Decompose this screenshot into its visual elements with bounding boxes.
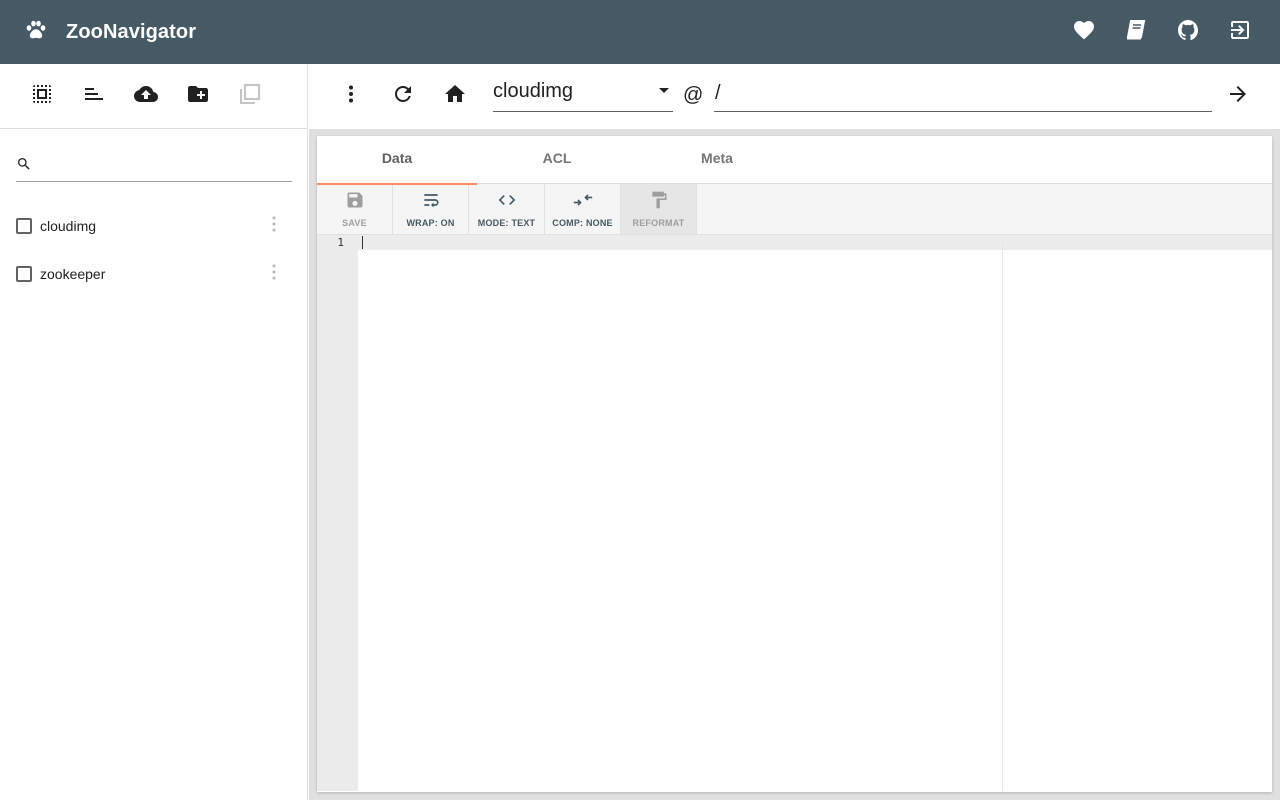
go-button[interactable]: [1218, 76, 1258, 116]
path-toolbar: cloudimg @: [309, 64, 1280, 129]
refresh-button[interactable]: [383, 76, 423, 116]
compress-icon: [572, 190, 594, 215]
node-search: [16, 152, 292, 182]
print-margin: [1002, 235, 1003, 791]
book-icon: [1124, 18, 1148, 47]
save-button[interactable]: SAVE: [317, 184, 393, 234]
more-vert-icon: [272, 215, 276, 237]
connection-select[interactable]: cloudimg: [493, 76, 673, 112]
reformat-button[interactable]: REFORMAT: [621, 184, 697, 234]
node-menu-button[interactable]: [264, 215, 284, 237]
format-paint-icon: [649, 190, 669, 215]
header-actions: [1052, 0, 1260, 64]
data-editor[interactable]: 1: [317, 235, 1272, 791]
folder-add-icon: [186, 82, 210, 111]
sidebar-toolbar: [0, 64, 307, 129]
tree-item-zookeeper: zookeeper: [0, 250, 308, 298]
connection-value: cloudimg: [493, 80, 574, 102]
editor-toolbar: SAVE WRAP: ON MODE: TEXT COMP: NONE REFO…: [317, 184, 1272, 235]
node-actions-button[interactable]: [331, 76, 371, 116]
github-button[interactable]: [1168, 12, 1208, 52]
select-all-icon: [30, 82, 54, 111]
active-line-highlight: [358, 235, 1272, 250]
line-number: 1: [337, 236, 344, 249]
logout-button[interactable]: [1220, 12, 1260, 52]
node-card: Data ACL Meta SAVE WRAP: ON MODE: TEXT C…: [317, 136, 1272, 792]
text-cursor: [362, 236, 363, 249]
at-sign: @: [683, 84, 704, 106]
search-icon: [16, 156, 32, 177]
node-checkbox[interactable]: [16, 266, 32, 282]
save-icon: [345, 190, 365, 215]
search-input[interactable]: [38, 153, 292, 180]
tab-meta[interactable]: Meta: [637, 136, 797, 184]
node-menu-button[interactable]: [264, 263, 284, 285]
tab-data[interactable]: Data: [317, 136, 477, 185]
paw-icon: [24, 18, 48, 47]
tab-acl[interactable]: ACL: [477, 136, 637, 184]
home-icon: [443, 82, 467, 111]
logout-icon: [1228, 18, 1252, 47]
code-icon: [497, 190, 517, 215]
donate-button[interactable]: [1064, 12, 1104, 52]
import-button[interactable]: [124, 74, 168, 118]
wrap-button[interactable]: WRAP: ON: [393, 184, 469, 234]
compression-label: COMP: NONE: [552, 218, 613, 228]
cloud-upload-icon: [134, 82, 158, 111]
home-button[interactable]: [435, 76, 475, 116]
editor-gutter: 1: [317, 235, 358, 791]
app-header: ZooNavigator: [0, 0, 1280, 64]
node-label[interactable]: cloudimg: [40, 218, 96, 234]
path-field: [714, 76, 1212, 112]
docs-button[interactable]: [1116, 12, 1156, 52]
dropdown-arrow-icon: [659, 88, 669, 93]
mode-label: MODE: TEXT: [477, 218, 536, 228]
more-vert-icon: [339, 82, 363, 111]
github-icon: [1176, 18, 1200, 47]
node-checkbox[interactable]: [16, 218, 32, 234]
node-tree: cloudimg zookeeper: [0, 202, 308, 298]
app-title: ZooNavigator: [66, 20, 197, 43]
save-label: SAVE: [342, 218, 367, 228]
duplicate-button[interactable]: [228, 74, 272, 118]
tab-label: Meta: [701, 150, 733, 166]
wrap-label: WRAP: ON: [406, 218, 455, 228]
tree-item-cloudimg: cloudimg: [0, 202, 308, 250]
sort-icon: [82, 82, 106, 111]
wrap-text-icon: [421, 190, 441, 215]
brand: ZooNavigator: [24, 18, 196, 47]
compression-button[interactable]: COMP: NONE: [545, 184, 621, 234]
reformat-label: REFORMAT: [632, 218, 685, 228]
tab-label: ACL: [542, 150, 572, 166]
more-vert-icon: [272, 263, 276, 285]
create-node-button[interactable]: [176, 74, 220, 118]
sidebar: cloudimg zookeeper: [0, 64, 308, 800]
arrow-forward-icon: [1226, 82, 1250, 111]
tab-bar: Data ACL Meta: [317, 136, 1272, 185]
content-area: Data ACL Meta SAVE WRAP: ON MODE: TEXT C…: [309, 129, 1280, 800]
tab-label: Data: [381, 150, 413, 166]
copy-icon: [238, 82, 262, 111]
heart-icon: [1072, 18, 1096, 47]
sort-button[interactable]: [72, 74, 116, 118]
path-input[interactable]: [714, 76, 1212, 110]
select-all-button[interactable]: [20, 74, 64, 118]
mode-button[interactable]: MODE: TEXT: [469, 184, 545, 234]
refresh-icon: [391, 82, 415, 111]
node-label[interactable]: zookeeper: [40, 266, 105, 282]
